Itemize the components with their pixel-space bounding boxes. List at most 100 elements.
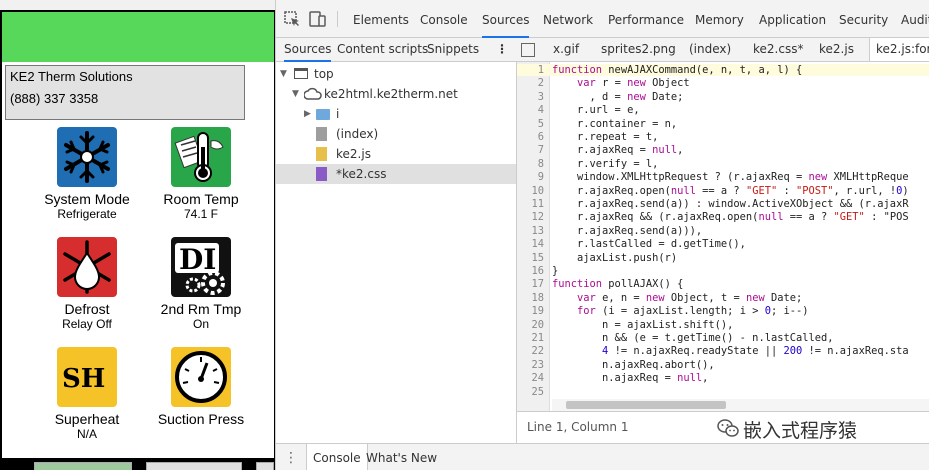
line-number[interactable]: 1 <box>517 64 544 76</box>
tree-row-ke2-js[interactable]: ke2.js <box>276 144 516 164</box>
line-number[interactable]: 6 <box>517 131 544 143</box>
line-number[interactable]: 20 <box>517 319 544 331</box>
nav-tab-snippets[interactable]: Snippets <box>427 38 479 62</box>
code-line[interactable]: 23 n.ajaxReq.abort(), <box>517 359 929 371</box>
tree-row-domain[interactable]: ▼ ke2html.ke2therm.net <box>276 84 516 104</box>
line-number[interactable]: 7 <box>517 144 544 156</box>
line-number[interactable]: 14 <box>517 238 544 250</box>
line-number[interactable]: 3 <box>517 91 544 103</box>
code-line[interactable]: 8 r.verify = l, <box>517 158 929 170</box>
code-line[interactable]: 11 r.ajaxReq.send(a)) : window.ActiveXOb… <box>517 198 929 210</box>
tab-elements[interactable]: Elements <box>353 0 409 38</box>
editor-tab-index[interactable]: (index) <box>689 38 731 61</box>
line-number[interactable]: 12 <box>517 211 544 223</box>
tile-2nd-room-temp[interactable]: DI 2nd Rm Tmp On <box>146 237 256 332</box>
scrollbar-thumb[interactable] <box>566 401 726 409</box>
code-line[interactable]: 18 var e, n = new Object, t = new Date; <box>517 292 929 304</box>
drawer-tab-whats-new[interactable]: What's New <box>366 444 437 470</box>
watermark-text: 嵌入式程序猿 <box>743 420 858 442</box>
bottom-button-3[interactable] <box>256 462 274 470</box>
editor-tab-ke2-js-formatted[interactable]: ke2.js:form <box>869 38 929 61</box>
tree-row-ke2-css[interactable]: *ke2.css <box>276 164 516 184</box>
line-number[interactable]: 17 <box>517 278 544 290</box>
tile-superheat[interactable]: SH Superheat N/A <box>32 347 142 442</box>
line-number[interactable]: 5 <box>517 118 544 130</box>
file-icon <box>316 127 327 141</box>
tile-system-mode[interactable]: System Mode Refrigerate <box>32 127 142 222</box>
collapse-arrow-icon: ▶ <box>304 109 311 119</box>
line-number[interactable]: 2 <box>517 77 544 89</box>
tab-sources[interactable]: Sources <box>482 0 530 38</box>
tree-row-top[interactable]: ▼ top <box>276 64 516 84</box>
toggle-navigator-icon[interactable] <box>521 43 535 57</box>
code-line[interactable]: 16} <box>517 265 929 277</box>
line-number[interactable]: 10 <box>517 185 544 197</box>
code-area[interactable]: 1 function newAJAXCommand(e, n, t, a, l) … <box>517 62 929 411</box>
line-number[interactable]: 18 <box>517 292 544 304</box>
line-number[interactable]: 15 <box>517 252 544 264</box>
editor-tab-ke2-css[interactable]: ke2.css* <box>753 38 803 61</box>
line-number[interactable]: 22 <box>517 345 544 357</box>
tree-label: ke2html.ke2therm.net <box>324 87 458 101</box>
line-number[interactable]: 19 <box>517 305 544 317</box>
code-line[interactable]: 24 n.ajaxReq = null, <box>517 372 929 384</box>
line-number[interactable]: 4 <box>517 104 544 116</box>
tile-suction-press[interactable]: Suction Press <box>146 347 256 427</box>
drawer-menu-icon[interactable]: ⋮ <box>284 444 298 470</box>
tree-label: *ke2.css <box>336 167 387 181</box>
code-line[interactable]: 17 function pollAJAX() { <box>517 278 929 290</box>
drawer-tab-console[interactable]: Console <box>306 444 368 470</box>
tab-network[interactable]: Network <box>543 0 593 38</box>
tile-defrost[interactable]: Defrost Relay Off <box>32 237 142 332</box>
horizontal-scrollbar[interactable] <box>552 399 929 411</box>
line-number[interactable]: 8 <box>517 158 544 170</box>
code-line[interactable]: 1 function newAJAXCommand(e, n, t, a, l) … <box>517 64 929 76</box>
line-number[interactable]: 23 <box>517 359 544 371</box>
editor-tab-x-gif[interactable]: x.gif <box>553 38 579 61</box>
tab-console[interactable]: Console <box>420 0 468 38</box>
code-line[interactable]: 5 r.container = n, <box>517 118 929 130</box>
code-line[interactable]: 20 n = ajaxList.shift(), <box>517 319 929 331</box>
code-line[interactable]: 15 ajaxList.push(r) <box>517 252 929 264</box>
code-line[interactable]: 6 r.repeat = t, <box>517 131 929 143</box>
code-line[interactable]: 22 4 != n.ajaxReq.readyState || 200 != n… <box>517 345 929 357</box>
line-number[interactable]: 11 <box>517 198 544 210</box>
code-line[interactable]: 13 r.ajaxReq.send(a))), <box>517 225 929 237</box>
nav-tab-content-scripts[interactable]: Content scripts <box>337 38 428 62</box>
inspect-element-icon[interactable] <box>283 10 301 28</box>
bottom-button-1[interactable] <box>34 462 132 470</box>
code-line[interactable]: 7 r.ajaxReq = null, <box>517 144 929 156</box>
tab-audits[interactable]: Audit <box>901 0 929 38</box>
line-number[interactable]: 24 <box>517 372 544 384</box>
device-toolbar-icon[interactable] <box>308 10 326 28</box>
nav-tab-sources[interactable]: Sources <box>284 38 332 62</box>
code-line[interactable]: 3 , d = new Date; <box>517 91 929 103</box>
line-number[interactable]: 21 <box>517 332 544 344</box>
line-number[interactable]: 16 <box>517 265 544 277</box>
bottom-button-2[interactable] <box>146 462 242 470</box>
tile-room-temp[interactable]: Room Temp 74.1 F <box>146 127 256 222</box>
line-number[interactable]: 13 <box>517 225 544 237</box>
tab-memory[interactable]: Memory <box>695 0 744 38</box>
code-text: ajaxList.push(r) <box>552 251 678 264</box>
code-line[interactable]: 2 var r = new Object <box>517 77 929 89</box>
tree-row-folder-i[interactable]: ▶ i <box>276 104 516 124</box>
line-number[interactable]: 9 <box>517 171 544 183</box>
code-line[interactable]: 25 <box>517 386 929 398</box>
editor-tab-sprites2[interactable]: sprites2.png <box>601 38 676 61</box>
tab-performance[interactable]: Performance <box>608 0 684 38</box>
code-line[interactable]: 9 window.XMLHttpRequest ? (r.ajaxReq = n… <box>517 171 929 183</box>
code-line[interactable]: 4 r.url = e, <box>517 104 929 116</box>
editor-tab-ke2-js[interactable]: ke2.js <box>819 38 854 61</box>
code-line[interactable]: 19 for (i = ajaxList.length; i > 0; i--) <box>517 305 929 317</box>
code-line[interactable]: 12 r.ajaxReq && (r.ajaxReq.open(null == … <box>517 211 929 223</box>
app-header-bar <box>2 12 274 62</box>
more-options-icon[interactable]: ⋮ <box>496 38 508 62</box>
code-line[interactable]: 10 r.ajaxReq.open(null == a ? "GET" : "P… <box>517 185 929 197</box>
tab-security[interactable]: Security <box>839 0 888 38</box>
tree-row-index[interactable]: (index) <box>276 124 516 144</box>
code-line[interactable]: 21 n && (e = t.getTime() - n.lastCalled, <box>517 332 929 344</box>
code-line[interactable]: 14 r.lastCalled = d.getTime(), <box>517 238 929 250</box>
tab-application[interactable]: Application <box>759 0 826 38</box>
line-number[interactable]: 25 <box>517 386 544 398</box>
